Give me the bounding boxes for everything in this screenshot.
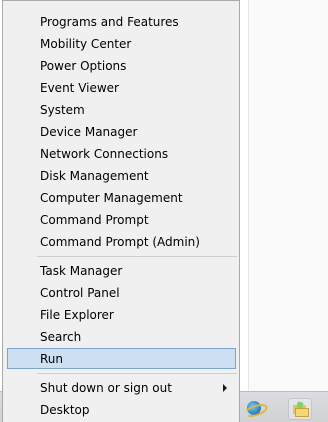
- menu-item-desktop[interactable]: Desktop: [7, 399, 236, 420]
- power-user-menu: Programs and Features Mobility Center Po…: [2, 0, 240, 422]
- background-window: [248, 0, 328, 422]
- menu-item-label: Desktop: [40, 403, 90, 417]
- menu-item-search[interactable]: Search: [7, 326, 236, 347]
- folder-front-shape: [295, 408, 309, 417]
- menu-item-network-connections[interactable]: Network Connections: [7, 143, 236, 164]
- menu-item-control-panel[interactable]: Control Panel: [7, 282, 236, 303]
- menu-item-label: Computer Management: [40, 191, 183, 205]
- menu-item-label: Network Connections: [40, 147, 169, 161]
- menu-item-label: Power Options: [40, 59, 127, 73]
- menu-separator: [37, 373, 237, 374]
- menu-item-device-manager[interactable]: Device Manager: [7, 121, 236, 142]
- menu-item-file-explorer[interactable]: File Explorer: [7, 304, 236, 325]
- menu-item-label: Control Panel: [40, 286, 120, 300]
- menu-item-command-prompt-admin[interactable]: Command Prompt (Admin): [7, 231, 236, 252]
- menu-item-label: Command Prompt (Admin): [40, 235, 200, 249]
- menu-item-label: Search: [40, 330, 82, 344]
- menu-item-label: Device Manager: [40, 125, 138, 139]
- menu-item-label: Run: [40, 352, 64, 366]
- menu-item-label: System: [40, 103, 85, 117]
- menu-item-task-manager[interactable]: Task Manager: [7, 260, 236, 281]
- menu-item-label: Command Prompt: [40, 213, 149, 227]
- menu-item-label: Disk Management: [40, 169, 149, 183]
- menu-item-system[interactable]: System: [7, 99, 236, 120]
- menu-item-power-options[interactable]: Power Options: [7, 55, 236, 76]
- menu-item-label: Mobility Center: [40, 37, 132, 51]
- file-explorer-icon[interactable]: [288, 398, 312, 420]
- menu-item-event-viewer[interactable]: Event Viewer: [7, 77, 236, 98]
- menu-item-programs-and-features[interactable]: Programs and Features: [7, 11, 236, 32]
- menu-separator: [37, 256, 237, 257]
- menu-item-label: Shut down or sign out: [40, 381, 172, 395]
- menu-item-mobility-center[interactable]: Mobility Center: [7, 33, 236, 54]
- menu-item-run[interactable]: Run: [7, 348, 236, 369]
- menu-item-label: Event Viewer: [40, 81, 119, 95]
- internet-explorer-icon[interactable]: [242, 398, 270, 420]
- desktop: Programs and Features Mobility Center Po…: [0, 0, 328, 422]
- menu-item-command-prompt[interactable]: Command Prompt: [7, 209, 236, 230]
- menu-item-label: Programs and Features: [40, 15, 179, 29]
- menu-item-label: File Explorer: [40, 308, 114, 322]
- menu-item-disk-management[interactable]: Disk Management: [7, 165, 236, 186]
- menu-item-computer-management[interactable]: Computer Management: [7, 187, 236, 208]
- submenu-arrow-icon: [223, 384, 227, 392]
- menu-item-label: Task Manager: [40, 264, 123, 278]
- menu-item-shut-down-or-sign-out[interactable]: Shut down or sign out: [7, 377, 236, 398]
